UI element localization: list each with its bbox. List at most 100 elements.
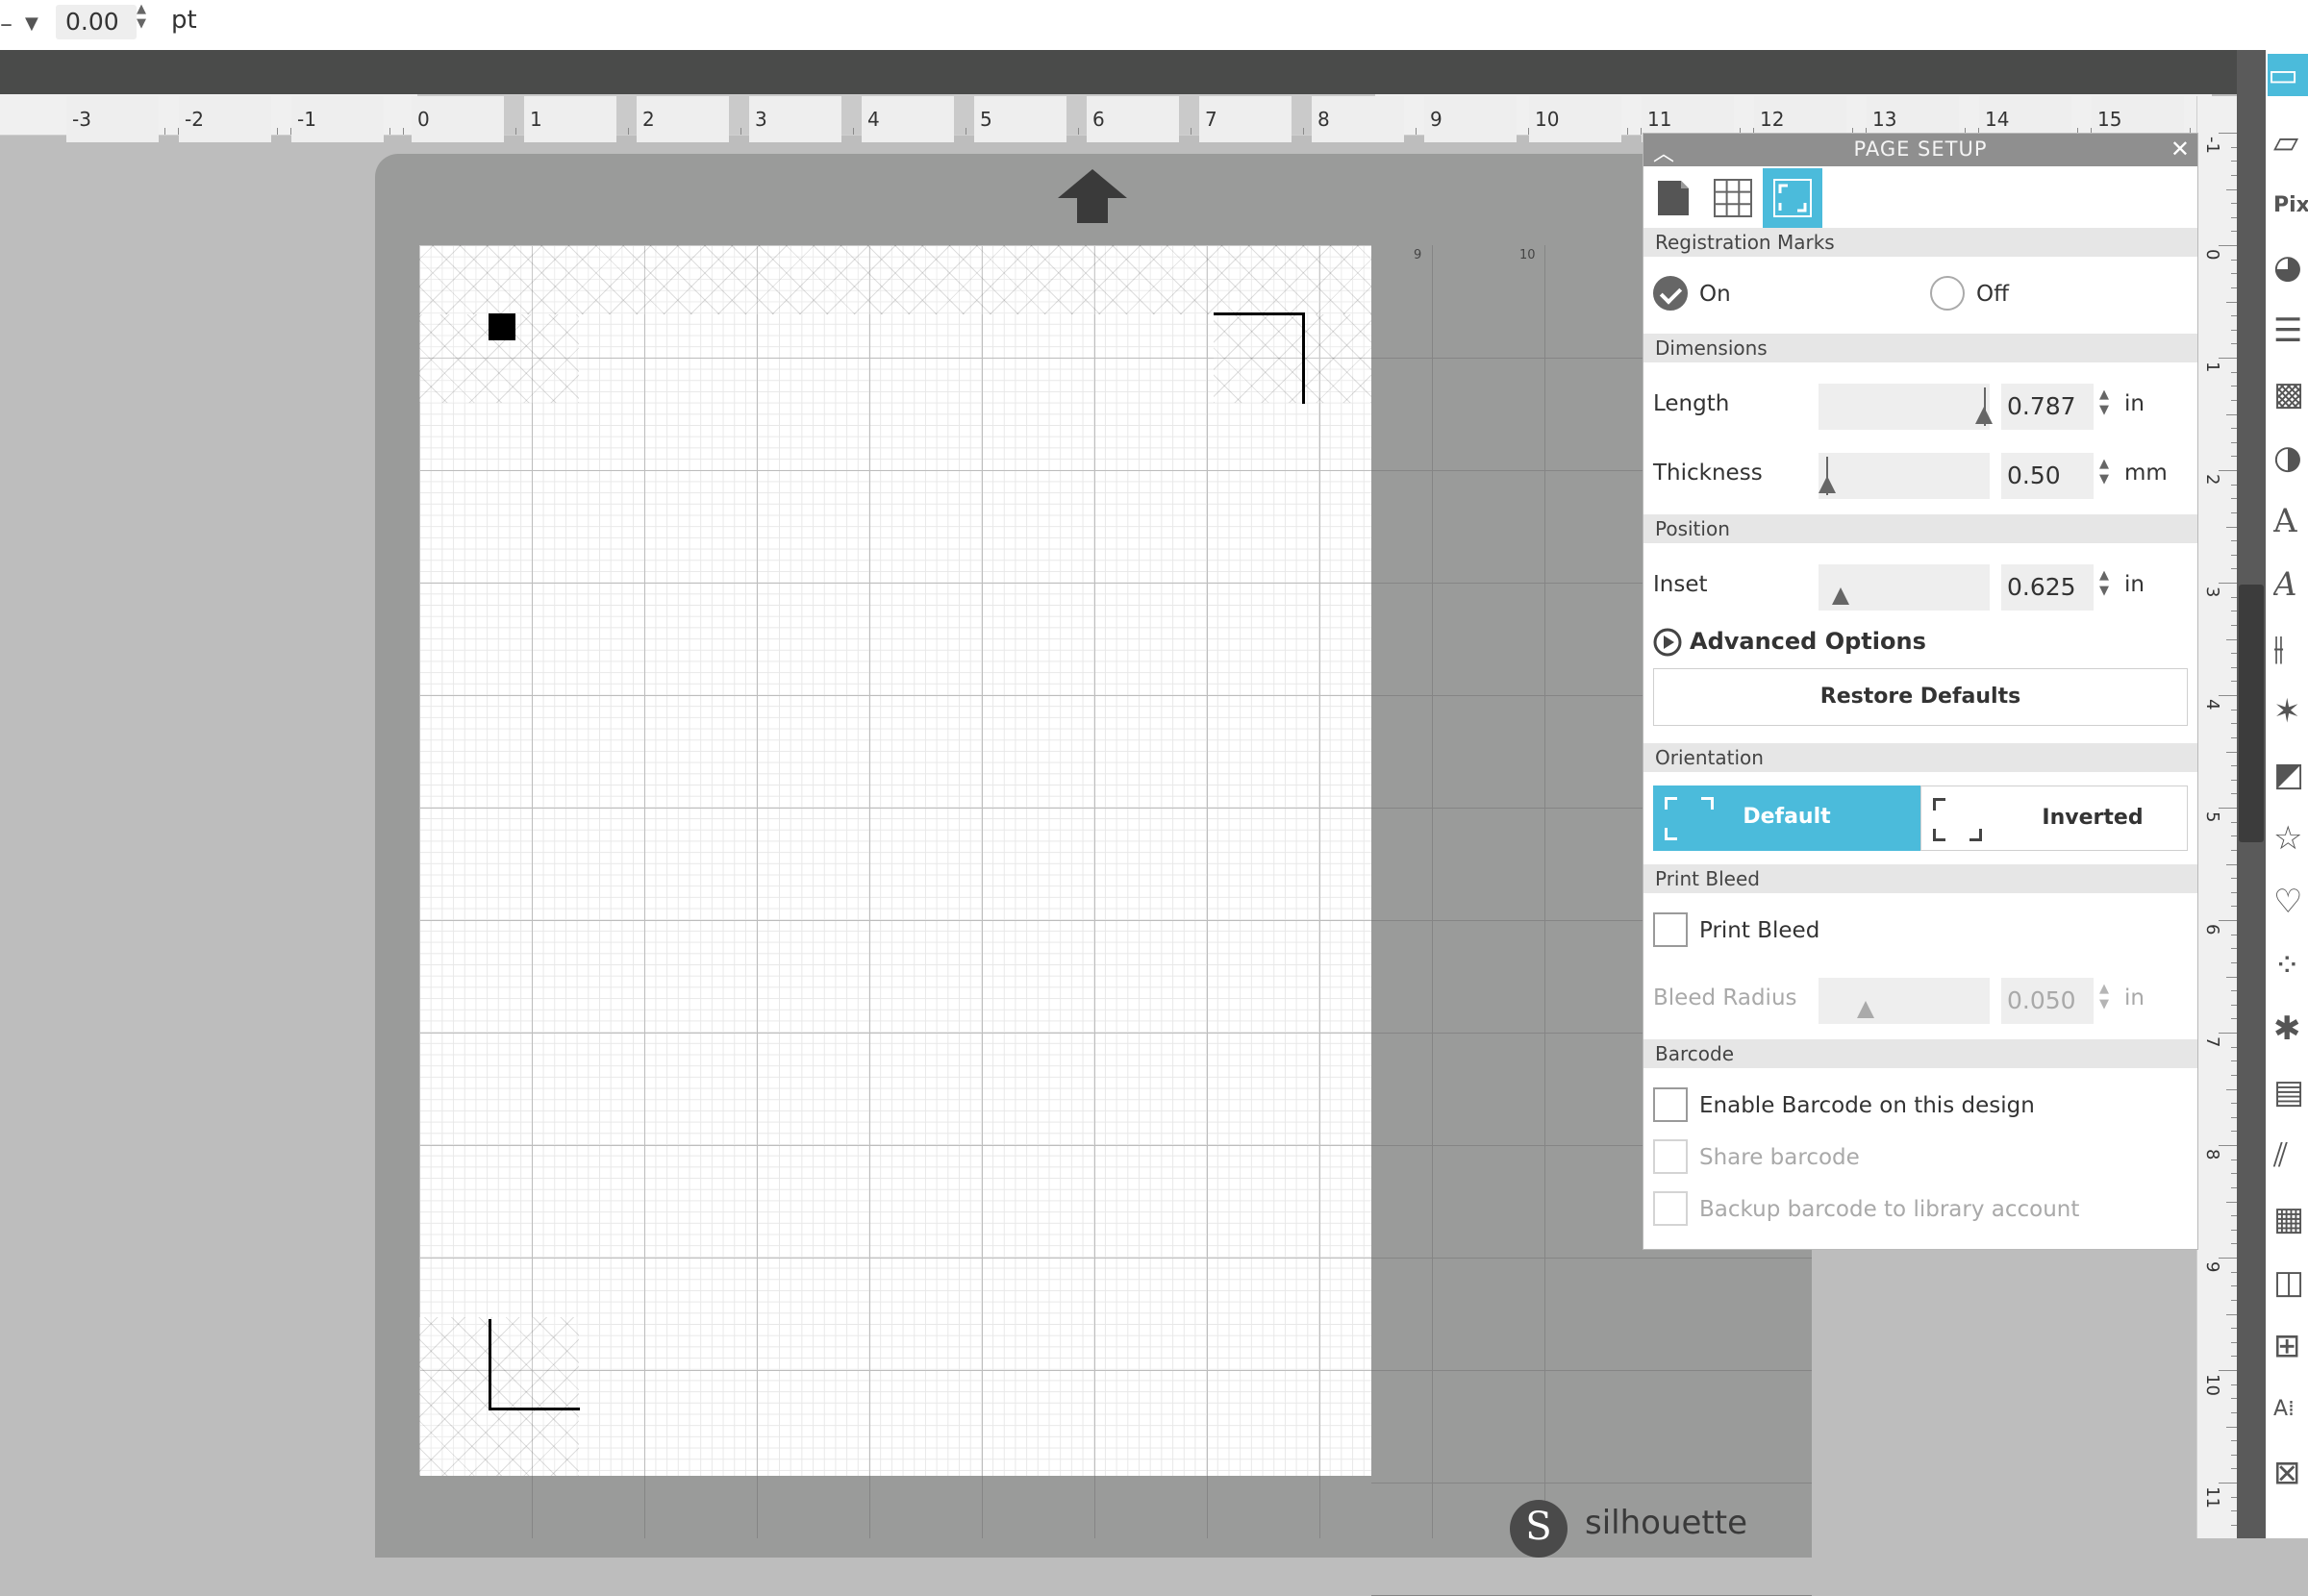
close-icon[interactable]: ✕ xyxy=(2170,136,2190,162)
bleed-radius-slider[interactable] xyxy=(1819,978,1990,1024)
font-icon[interactable]: A xyxy=(2273,563,2308,606)
panel-titlebar[interactable]: ︿ PAGE SETUP ✕ xyxy=(1643,134,2197,166)
backup-barcode-checkbox[interactable] xyxy=(1653,1191,1688,1226)
play-circle-icon xyxy=(1653,628,1682,657)
thickness-label: Thickness xyxy=(1653,461,1763,486)
thickness-slider[interactable] xyxy=(1819,453,1990,499)
length-input[interactable]: 0.787 xyxy=(2001,384,2094,430)
line-width-input[interactable]: 0.00 xyxy=(56,5,137,39)
mat-grid-line xyxy=(1319,1476,1320,1538)
fill-pattern-icon[interactable]: ▩ xyxy=(2273,373,2308,415)
line-style-icon[interactable]: ☰ xyxy=(2273,310,2308,352)
length-label: Length xyxy=(1653,391,1730,416)
inset-input[interactable]: 0.625 xyxy=(2001,564,2094,611)
mat-grid-line xyxy=(1371,1258,1812,1259)
section-dimensions: Dimensions xyxy=(1643,334,2197,362)
ruler-tick xyxy=(163,128,165,135)
tab-media-settings[interactable] xyxy=(1643,168,1703,228)
bleed-radius-input[interactable]: 0.050 xyxy=(2001,978,2094,1024)
orientation-inverted-button[interactable]: Inverted xyxy=(1920,786,2188,851)
print-bleed-checkbox[interactable] xyxy=(1653,912,1688,947)
modify-icon[interactable]: ⁘ xyxy=(2273,944,2308,986)
mat-grid-line xyxy=(982,1476,983,1538)
backup-barcode-label[interactable]: Backup barcode to library account xyxy=(1699,1197,2079,1222)
ruler-label: 8 xyxy=(1312,96,1404,142)
mat-grid-line xyxy=(532,1476,533,1538)
replicate-icon[interactable]: ✶ xyxy=(2273,690,2308,733)
fill-color-icon[interactable]: ◕ xyxy=(2273,246,2308,288)
print-bleed-label[interactable]: Print Bleed xyxy=(1699,918,1819,943)
enable-barcode-checkbox[interactable] xyxy=(1653,1087,1688,1122)
knife-icon[interactable]: ✱ xyxy=(2273,1008,2308,1050)
vertical-ruler-label: 7 xyxy=(2202,1036,2222,1048)
vertical-ruler-label: 6 xyxy=(2202,924,2222,935)
registration-on-radio[interactable] xyxy=(1653,276,1688,311)
vertical-ruler-label: 4 xyxy=(2202,699,2222,711)
tab-registration-marks[interactable] xyxy=(1763,168,1822,228)
enable-barcode-label[interactable]: Enable Barcode on this design xyxy=(1699,1093,2035,1118)
ruler-tick xyxy=(1078,128,1080,135)
mat-label-10: 10 xyxy=(1519,248,1536,262)
section-print-bleed: Print Bleed xyxy=(1643,864,2197,893)
ruler-tick xyxy=(1303,128,1305,135)
transform-icon[interactable]: ◩ xyxy=(2273,754,2308,796)
thickness-stepper[interactable]: ▲ ▼ xyxy=(2099,457,2109,487)
registration-on-label[interactable]: On xyxy=(1699,282,1731,307)
library-icon[interactable]: ▦ xyxy=(2273,1198,2308,1240)
vertical-scrollbar[interactable] xyxy=(2237,50,2266,1538)
chevron-down-icon[interactable]: ▼ xyxy=(25,13,38,34)
registration-corner-top-right xyxy=(1214,312,1305,404)
length-slider[interactable] xyxy=(1819,384,1993,430)
align-icon[interactable]: ⫲ xyxy=(2273,627,2308,669)
pixscan-icon[interactable]: Pix xyxy=(2273,185,2308,227)
vertical-ruler-tick xyxy=(2219,583,2238,584)
text-to-path-icon[interactable]: A⁞ xyxy=(2273,1388,2308,1431)
vertical-ruler-label: 1 xyxy=(2202,362,2222,373)
ruler-tick xyxy=(853,128,855,135)
page-setup-icon[interactable]: ▭ xyxy=(2268,54,2308,96)
text-style-icon[interactable]: A xyxy=(2273,500,2308,542)
media-settings-icon xyxy=(1658,181,1689,215)
feed-direction-arrow-icon xyxy=(1058,169,1127,223)
registration-off-label[interactable]: Off xyxy=(1976,282,2009,307)
restore-defaults-button[interactable]: Restore Defaults xyxy=(1653,668,2188,726)
layers-icon[interactable]: ◫ xyxy=(2273,1261,2308,1304)
nesting-icon[interactable]: ▤ xyxy=(2273,1071,2308,1113)
thickness-input[interactable]: 0.50 xyxy=(2001,453,2094,499)
document-tab-bar xyxy=(0,50,2237,94)
sketch-icon[interactable]: ⊞ xyxy=(2273,1325,2308,1367)
ruler-tick xyxy=(740,128,742,135)
ruler-label: 9 xyxy=(1424,96,1517,142)
orientation-default-button[interactable]: Default xyxy=(1653,786,1920,851)
share-barcode-label[interactable]: Share barcode xyxy=(1699,1145,1860,1170)
line-width-unit: pt xyxy=(171,6,197,35)
design-store-icon[interactable]: ⫽ xyxy=(2273,1135,2308,1177)
bleed-radius-stepper[interactable]: ▲ ▼ xyxy=(2099,982,2109,1012)
send-icon[interactable]: ▱ xyxy=(2273,121,2308,163)
tab-grid-settings[interactable] xyxy=(1703,168,1763,228)
design-page[interactable] xyxy=(419,245,1371,1476)
mat-label-9: 9 xyxy=(1414,248,1422,262)
inset-slider[interactable] xyxy=(1819,564,1990,611)
ruler-tick xyxy=(1191,128,1192,135)
silhouette-logo-icon: S xyxy=(1510,1500,1568,1558)
transparency-icon[interactable]: ◑ xyxy=(2273,436,2308,479)
inset-stepper[interactable]: ▲ ▼ xyxy=(2099,568,2109,599)
vertical-ruler-label: 11 xyxy=(2202,1486,2222,1509)
trace-icon[interactable]: ♡ xyxy=(2273,881,2308,923)
ruler-label: 10 xyxy=(1529,96,1621,142)
ruler-tick xyxy=(389,128,390,135)
cut-settings-icon[interactable]: ⊠ xyxy=(2273,1452,2308,1494)
registration-off-radio[interactable] xyxy=(1930,276,1965,311)
vertical-ruler-tick xyxy=(2219,1483,2238,1484)
line-width-stepper[interactable]: ▲ ▼ xyxy=(137,2,146,31)
length-stepper[interactable]: ▲ ▼ xyxy=(2099,387,2109,418)
share-barcode-checkbox[interactable] xyxy=(1653,1139,1688,1174)
line-style-dash-icon[interactable]: – xyxy=(0,10,13,38)
offset-icon[interactable]: ☆ xyxy=(2273,817,2308,860)
mat-grid-line xyxy=(644,1476,645,1538)
grid-icon xyxy=(1714,179,1752,217)
scrollbar-thumb[interactable] xyxy=(2239,585,2264,842)
ruler-label: 4 xyxy=(862,96,954,142)
ruler-tick xyxy=(403,128,405,135)
